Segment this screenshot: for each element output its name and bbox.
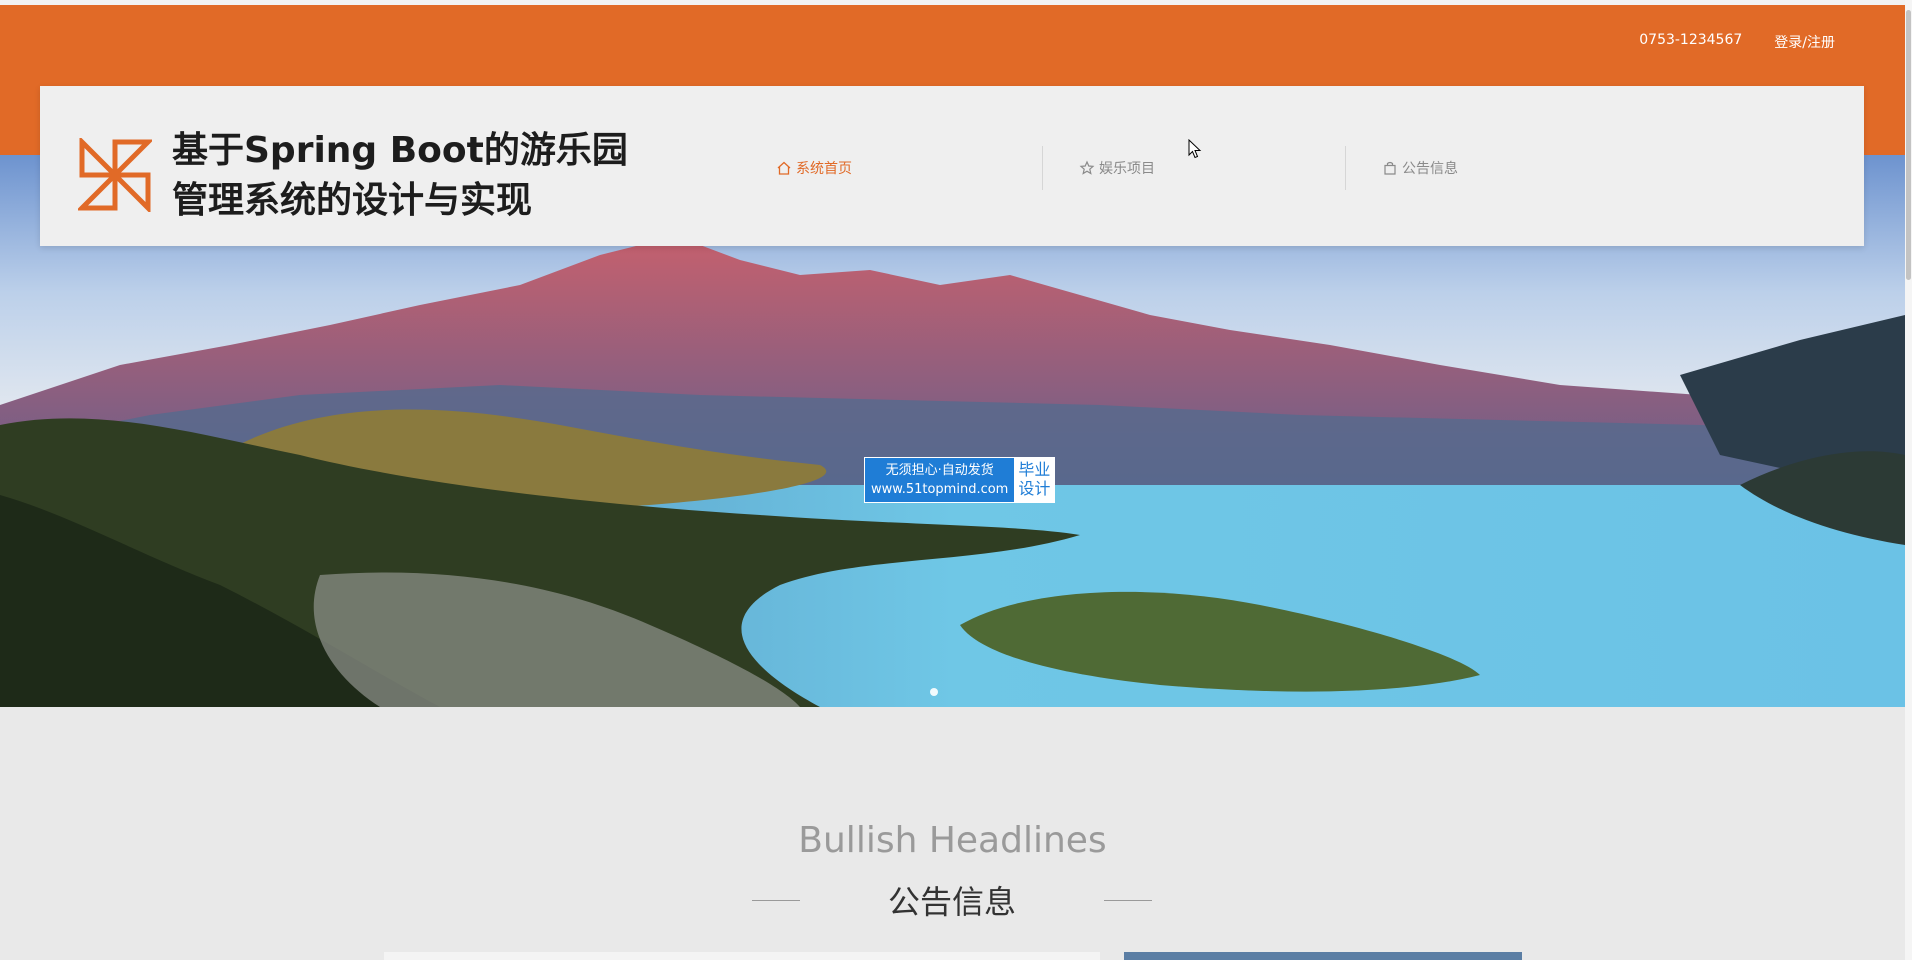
watermark-text: 无须担心·自动发货 www.51topmind.com (865, 458, 1015, 502)
notice-card-image[interactable] (1124, 952, 1522, 960)
nav-item-home[interactable]: 系统首页 (740, 146, 1042, 190)
pinwheel-logo-icon (78, 138, 152, 212)
nav-item-home-label: 系统首页 (796, 161, 852, 177)
watermark-badge: 无须担心·自动发货 www.51topmind.com 毕业 设计 (864, 457, 1056, 503)
phone-number: 0753-1234567 (1639, 32, 1743, 48)
section-title-cn: 公告信息 (887, 883, 1016, 921)
watermark-label: 毕业 设计 (1014, 458, 1055, 502)
home-icon (777, 161, 791, 175)
site-title: 基于Spring Boot的游乐园 管理系统的设计与实现 (172, 126, 632, 226)
site-title-line1: 基于Spring Boot的游乐园 (172, 130, 628, 171)
site-title-line2: 管理系统的设计与实现 (172, 180, 533, 221)
section-title-en: Bullish Headlines (798, 820, 1107, 861)
title-divider-right (1104, 899, 1152, 901)
page-scrollbar[interactable] (1905, 0, 1912, 960)
nav-item-entertainment-label: 娱乐项目 (1099, 161, 1155, 177)
watermark-right-line1: 毕业 (1018, 460, 1051, 479)
watermark-line2: www.51topmind.com (871, 482, 1009, 497)
login-register-link[interactable]: 登录/注册 (1774, 32, 1835, 52)
nav-item-notices[interactable]: 公告信息 (1346, 146, 1648, 190)
watermark-right-line2: 设计 (1018, 479, 1051, 498)
topbar-links: 0753-1234567 登录/注册 (1639, 32, 1835, 52)
watermark-line1: 无须担心·自动发货 (885, 463, 994, 478)
title-divider-left (752, 899, 800, 901)
mouse-cursor-icon (1188, 139, 1202, 159)
section-title-row: 公告信息 (752, 878, 1152, 922)
notice-card[interactable] (384, 952, 1100, 960)
scrollbar-thumb[interactable] (1906, 10, 1911, 280)
header-card: 基于Spring Boot的游乐园 管理系统的设计与实现 系统首页 娱乐项目 公… (40, 86, 1864, 246)
star-icon (1079, 160, 1095, 175)
bag-icon (1384, 161, 1396, 175)
carousel-dot[interactable] (930, 688, 938, 696)
nav-item-notices-label: 公告信息 (1402, 161, 1458, 177)
